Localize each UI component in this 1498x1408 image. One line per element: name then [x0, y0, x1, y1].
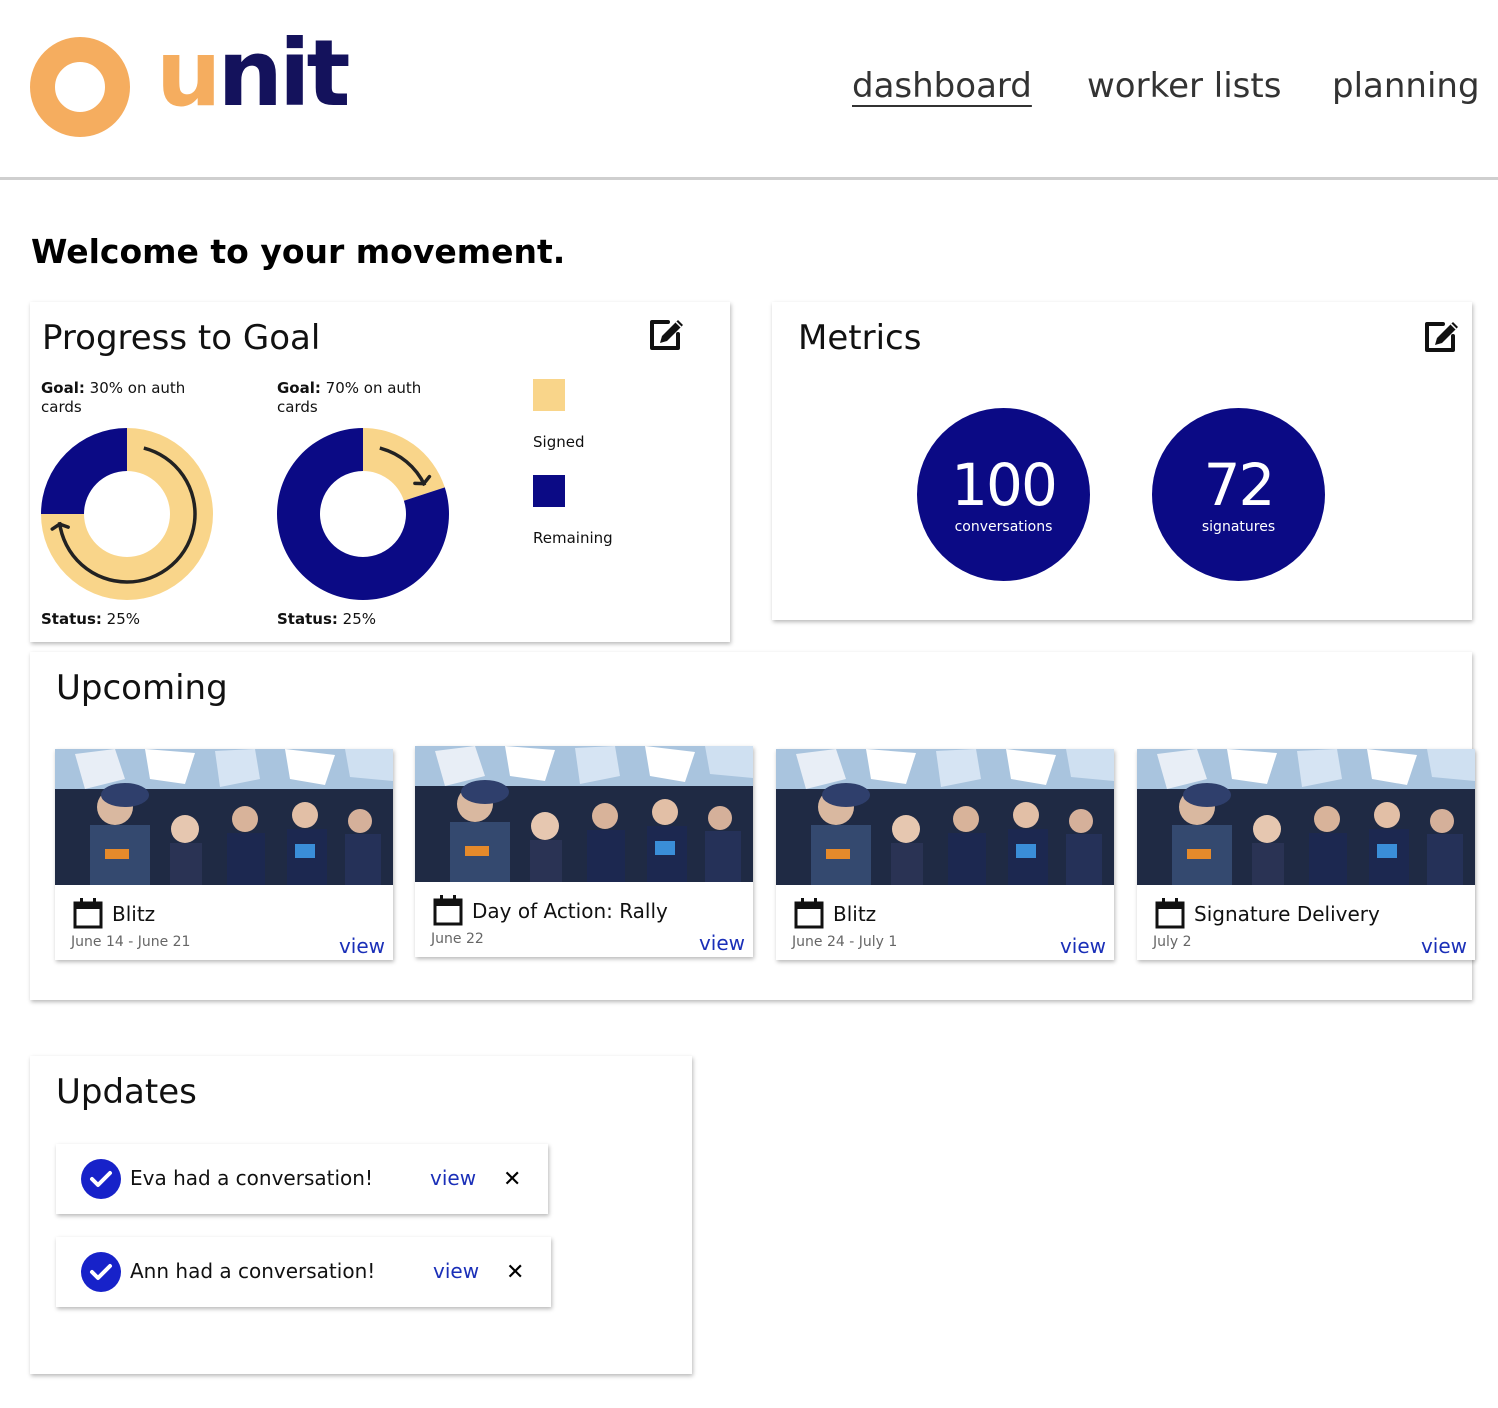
event-date: July 2 — [1153, 934, 1192, 950]
check-circle-icon — [81, 1252, 121, 1292]
upcoming-card: Upcoming Blitz June 14 - June 21 view Day o… — [30, 652, 1475, 1000]
status-text-2: Status: 25% — [277, 610, 376, 628]
event-date: June 14 - June 21 — [71, 934, 191, 950]
legend-signed-swatch — [533, 379, 565, 411]
close-icon[interactable]: ✕ — [506, 1260, 524, 1285]
event-card[interactable]: Signature Delivery July 2 view — [1137, 749, 1475, 960]
donut-signed-slice — [363, 428, 445, 501]
donut-remaining-slice — [41, 428, 127, 514]
update-text: Ann had a conversation! — [130, 1259, 376, 1283]
update-view-link[interactable]: view — [433, 1259, 479, 1283]
nav-worker-lists[interactable]: worker lists — [1087, 66, 1281, 106]
progress-title: Progress to Goal — [42, 318, 321, 358]
event-photo — [776, 749, 1114, 885]
event-photo — [55, 749, 393, 885]
check-circle-icon — [81, 1159, 121, 1199]
event-date: June 22 — [431, 931, 484, 947]
update-item: Eva had a conversation! view ✕ — [56, 1144, 548, 1214]
update-item: Ann had a conversation! view ✕ — [56, 1237, 551, 1307]
legend-remaining-swatch — [533, 475, 565, 507]
metrics-title: Metrics — [798, 318, 922, 358]
logo[interactable]: unit — [156, 28, 351, 120]
updates-title: Updates — [56, 1072, 197, 1112]
logo-ring-icon — [30, 37, 130, 137]
calendar-icon — [73, 898, 103, 929]
progress-card: Progress to Goal Goal: 30% on auth cards … — [30, 302, 730, 642]
upcoming-title: Upcoming — [56, 668, 228, 708]
event-view-link[interactable]: view — [1060, 934, 1106, 958]
metric-signatures: 72 signatures — [1152, 408, 1325, 581]
event-date: June 24 - July 1 — [792, 934, 898, 950]
event-name: Day of Action: Rally — [472, 899, 668, 923]
event-view-link[interactable]: view — [1421, 934, 1467, 958]
update-view-link[interactable]: view — [430, 1166, 476, 1190]
event-card[interactable]: Blitz June 14 - June 21 view — [55, 749, 393, 960]
close-icon[interactable]: ✕ — [503, 1167, 521, 1192]
metrics-card: Metrics 100 conversations 72 signatures — [772, 302, 1472, 620]
legend-signed-label: Signed — [533, 433, 585, 451]
nav-planning[interactable]: planning — [1332, 66, 1480, 106]
update-text: Eva had a conversation! — [130, 1166, 373, 1190]
edit-icon[interactable] — [648, 314, 686, 352]
event-photo — [415, 746, 753, 882]
goal-text-2: Goal: 70% on auth cards — [277, 379, 422, 416]
goal-text-1: Goal: 30% on auth cards — [41, 379, 186, 416]
calendar-icon — [794, 898, 824, 929]
nav-dashboard[interactable]: dashboard — [852, 66, 1032, 106]
event-name: Blitz — [112, 902, 156, 926]
event-view-link[interactable]: view — [339, 934, 385, 958]
header: unit dashboard worker lists planning — [0, 0, 1498, 180]
calendar-icon — [1155, 898, 1185, 929]
event-card[interactable]: Blitz June 24 - July 1 view — [776, 749, 1114, 960]
event-view-link[interactable]: view — [699, 931, 745, 955]
legend-remaining-label: Remaining — [533, 529, 613, 547]
donut-chart-1 — [41, 428, 213, 600]
event-card[interactable]: Day of Action: Rally June 22 view — [415, 746, 753, 957]
updates-card: Updates Eva had a conversation! view ✕ A… — [30, 1056, 692, 1374]
calendar-icon — [433, 895, 463, 926]
event-name: Signature Delivery — [1194, 902, 1380, 926]
donut-chart-2 — [277, 428, 449, 600]
page-title: Welcome to your movement. — [31, 232, 566, 271]
edit-icon[interactable] — [1423, 316, 1461, 354]
status-text-1: Status: 25% — [41, 610, 140, 628]
metric-conversations: 100 conversations — [917, 408, 1090, 581]
event-photo — [1137, 749, 1475, 885]
event-name: Blitz — [833, 902, 877, 926]
